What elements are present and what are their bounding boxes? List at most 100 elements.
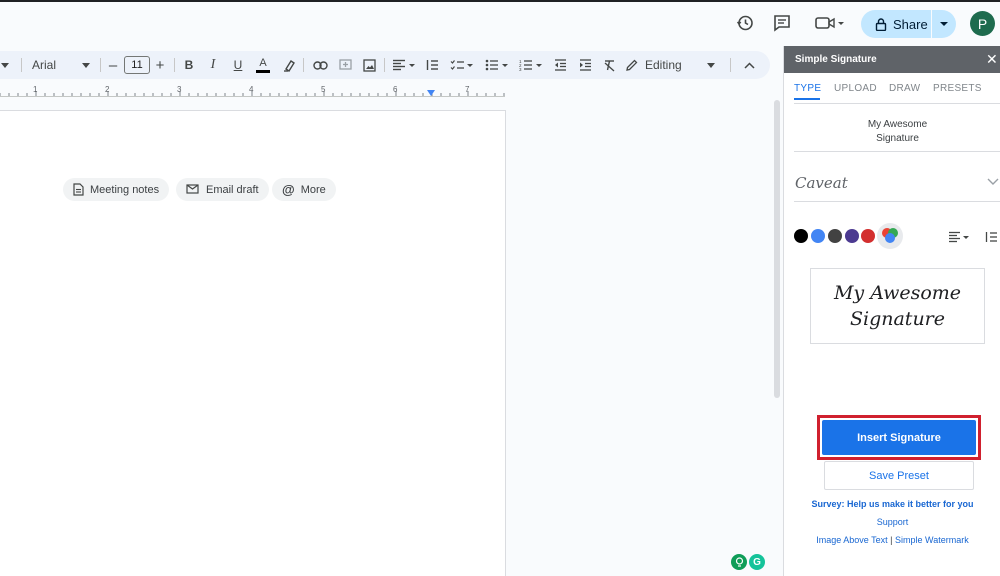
image-above-text-link[interactable]: Image Above Text	[816, 535, 887, 545]
preview-line-1: My Awesome	[833, 282, 962, 304]
chip-label: Email draft	[206, 183, 259, 196]
insert-signature-button[interactable]: Insert Signature	[822, 420, 976, 455]
add-comment-icon[interactable]	[337, 51, 353, 79]
decrease-font-size-button[interactable]: –	[106, 51, 120, 79]
bold-icon[interactable]: B	[181, 51, 197, 79]
italic-icon[interactable]: I	[205, 51, 221, 79]
numbered-list-icon[interactable]: 123	[518, 51, 544, 79]
font-family-dropdown[interactable]: Arial	[28, 51, 94, 79]
simple-signature-panel: Simple Signature ✕ TYPE UPLOAD DRAW PRES…	[783, 46, 1000, 576]
share-label: Share	[893, 16, 928, 32]
color-swatch-red[interactable]	[861, 229, 875, 243]
clear-formatting-icon[interactable]	[601, 51, 617, 79]
window-top-border	[0, 0, 1000, 2]
line-height-icon[interactable]	[984, 230, 998, 242]
tab-type[interactable]: TYPE	[794, 83, 821, 94]
ruler-baseline	[0, 96, 505, 97]
font-select-underline	[794, 201, 1000, 202]
editing-mode-label: Editing	[645, 58, 682, 72]
lock-icon	[875, 17, 887, 31]
pencil-icon	[626, 59, 638, 71]
formatting-toolbar: Arial – 11 + B I U A 123 Editing	[0, 51, 770, 79]
share-button[interactable]: Share	[861, 10, 931, 38]
version-history-icon[interactable]	[735, 13, 755, 33]
ruler-number: 5	[321, 85, 326, 94]
input-underline	[794, 151, 1000, 152]
toolbar-divider	[303, 58, 304, 72]
at-sign-icon: @	[282, 182, 295, 197]
ruler-number: 7	[465, 85, 470, 94]
signature-line-1: My Awesome	[867, 119, 928, 130]
chip-label: Meeting notes	[90, 183, 160, 196]
toolbar-divider	[384, 58, 385, 72]
svg-text:3: 3	[519, 67, 522, 71]
simple-watermark-link[interactable]: Simple Watermark	[895, 535, 969, 545]
collapse-menus-icon[interactable]	[740, 51, 758, 79]
ruler-number: 3	[177, 85, 182, 94]
increase-indent-icon[interactable]	[577, 51, 593, 79]
align-dropdown-icon[interactable]	[391, 51, 417, 79]
text-color-icon[interactable]: A	[255, 51, 271, 79]
tab-divider	[794, 103, 1000, 104]
share-button-group[interactable]: Share	[861, 10, 956, 38]
toolbar-divider	[174, 58, 175, 72]
tab-presets[interactable]: PRESETS	[933, 83, 982, 94]
text-align-dropdown-icon[interactable]	[948, 230, 970, 243]
ruler-number: 4	[249, 85, 254, 94]
preview-line-2: Signature	[849, 308, 946, 330]
toolbar-divider	[730, 58, 731, 72]
share-dropdown-icon[interactable]	[932, 10, 956, 38]
font-family-value: Arial	[32, 58, 57, 72]
meet-video-icon[interactable]	[814, 13, 846, 33]
survey-link[interactable]: Survey: Help us make it better for you	[784, 499, 1000, 509]
chevron-down-icon	[707, 62, 715, 68]
color-swatch-blue[interactable]	[811, 229, 825, 243]
toolbar-divider	[100, 58, 101, 72]
chip-label: More	[300, 183, 326, 196]
grammarly-icon[interactable]: G	[749, 554, 765, 570]
increase-font-size-button[interactable]: +	[153, 51, 167, 79]
insert-image-icon[interactable]	[361, 51, 377, 79]
style-dropdown-caret-icon[interactable]	[0, 51, 10, 79]
color-swatch-black[interactable]	[794, 229, 808, 243]
toolbar-divider	[21, 58, 22, 72]
document-scrollbar[interactable]	[774, 100, 780, 398]
font-size-input[interactable]: 11	[124, 56, 150, 74]
checklist-icon[interactable]	[449, 51, 475, 79]
custom-color-picker[interactable]	[877, 223, 903, 249]
app-header: Share P	[0, 0, 1000, 46]
close-icon[interactable]: ✕	[986, 52, 998, 66]
active-tab-indicator	[794, 98, 820, 100]
line-spacing-icon[interactable]	[424, 51, 440, 79]
tab-draw[interactable]: DRAW	[889, 83, 920, 94]
document-icon	[73, 183, 84, 196]
ruler-number: 6	[393, 85, 398, 94]
support-link[interactable]: Support	[784, 517, 1000, 527]
bulleted-list-icon[interactable]	[484, 51, 510, 79]
account-avatar[interactable]: P	[970, 11, 995, 36]
signature-text-input[interactable]: My Awesome Signature	[794, 118, 1000, 146]
highlight-color-icon[interactable]	[281, 51, 297, 79]
tab-upload[interactable]: UPLOAD	[834, 83, 877, 94]
comments-icon[interactable]	[772, 13, 792, 33]
color-swatch-gray[interactable]	[828, 229, 842, 243]
footer-links: Image Above Text | Simple Watermark	[784, 535, 1000, 545]
email-icon	[186, 184, 199, 194]
panel-title: Simple Signature	[795, 54, 877, 65]
save-preset-button[interactable]: Save Preset	[824, 461, 974, 490]
insert-link-icon[interactable]	[311, 51, 329, 79]
right-indent-marker[interactable]	[427, 90, 435, 96]
lightbulb-icon[interactable]	[731, 554, 747, 570]
link-separator: |	[890, 535, 893, 545]
color-swatch-purple[interactable]	[845, 229, 859, 243]
more-chip[interactable]: @ More	[272, 178, 336, 201]
font-select[interactable]: Caveat	[795, 174, 848, 192]
chevron-down-icon	[82, 62, 90, 68]
underline-icon[interactable]: U	[230, 51, 246, 79]
editing-mode-dropdown[interactable]: Editing	[623, 51, 719, 79]
ruler-number: 2	[105, 85, 110, 94]
meeting-notes-chip[interactable]: Meeting notes	[63, 178, 170, 201]
email-draft-chip[interactable]: Email draft	[176, 178, 269, 201]
chevron-down-icon[interactable]	[987, 177, 999, 187]
decrease-indent-icon[interactable]	[552, 51, 568, 79]
